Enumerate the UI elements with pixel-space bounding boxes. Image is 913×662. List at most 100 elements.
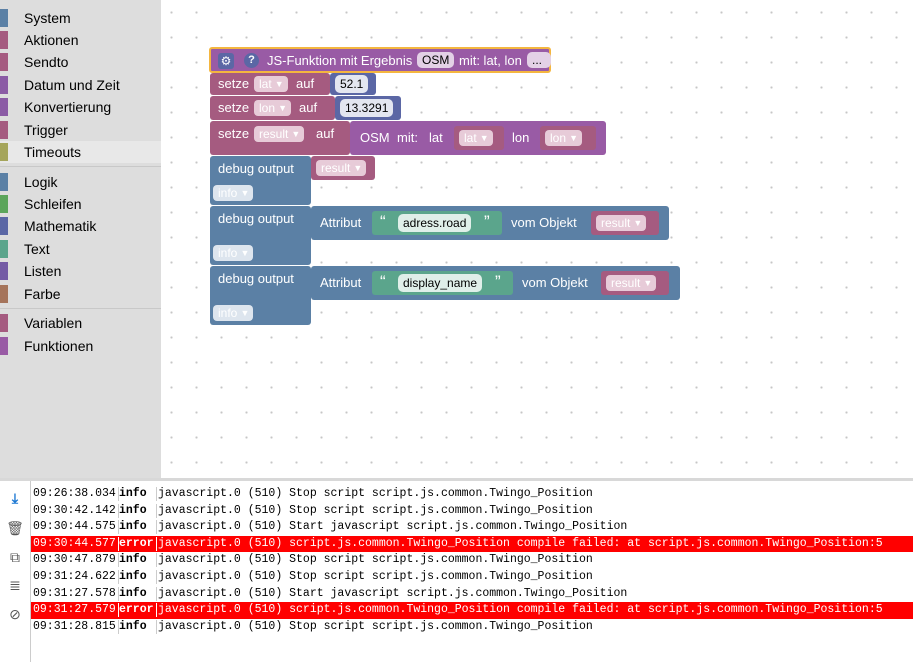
- dropdown-arrow-icon: ▼: [278, 103, 288, 113]
- log-time: 09:31:27.578: [33, 586, 116, 600]
- category-konvertierung[interactable]: Konvertierung: [0, 96, 161, 118]
- category-color-bar: [0, 217, 8, 235]
- text-block[interactable]: “ adress.road ”: [372, 211, 502, 235]
- attribute-block-1[interactable]: Attribut “ adress.road ” vom Objekt resu…: [311, 206, 669, 240]
- variable-dropdown[interactable]: result ▼: [596, 215, 647, 231]
- level-value: info: [218, 186, 238, 200]
- set-result-block[interactable]: setze result ▼ auf: [210, 121, 350, 155]
- category-label: Listen: [24, 263, 62, 279]
- category-mathematik[interactable]: Mathematik: [0, 215, 161, 237]
- category-sendto[interactable]: Sendto: [0, 51, 161, 73]
- variable-get-block-lat[interactable]: lat ▼: [454, 126, 504, 150]
- to-keyword: auf: [296, 76, 315, 91]
- category-farbe[interactable]: Farbe: [0, 283, 161, 305]
- to-keyword: auf: [316, 126, 335, 141]
- quote-close-icon: ”: [484, 212, 490, 231]
- arg1-label: lat: [429, 130, 443, 145]
- from-object-label: vom Objekt: [511, 215, 577, 230]
- category-label: Timeouts: [24, 144, 82, 160]
- category-label: Variablen: [24, 315, 83, 331]
- variable-dropdown[interactable]: result ▼: [316, 160, 367, 176]
- variable-dropdown[interactable]: result ▼: [254, 126, 305, 142]
- function-more-field[interactable]: ...: [527, 52, 551, 68]
- number-value-field[interactable]: 13.3291: [340, 99, 394, 117]
- log-time: 09:30:44.577: [33, 536, 116, 550]
- category-listen[interactable]: Listen: [0, 260, 161, 282]
- from-object-label: vom Objekt: [522, 275, 588, 290]
- copy-icon[interactable]: ⧉: [5, 547, 25, 567]
- variable-name: result: [259, 127, 289, 141]
- number-value-field[interactable]: 52.1: [335, 75, 369, 93]
- variable-dropdown[interactable]: lon ▼: [254, 100, 292, 116]
- category-schleifen[interactable]: Schleifen: [0, 193, 161, 215]
- variable-get-block-result[interactable]: result ▼: [311, 156, 375, 180]
- debug-label: debug output: [218, 271, 294, 286]
- details-icon[interactable]: ≣: [5, 575, 25, 595]
- attribute-block-2[interactable]: Attribut “ display_name ” vom Objekt res…: [311, 266, 680, 300]
- category-color-bar: [0, 195, 8, 213]
- log-panel: ⤓ 🗑 ⧉ ≣ ⊘ 09:26:38.034 info javascript.0 (…: [0, 478, 913, 662]
- delete-icon[interactable]: 🗑: [5, 518, 25, 538]
- log-severity: info: [119, 569, 147, 583]
- category-logik[interactable]: Logik: [0, 171, 161, 193]
- text-value-field[interactable]: display_name: [398, 274, 483, 292]
- debug-output-block-3[interactable]: debug output info ▼: [210, 266, 311, 325]
- dropdown-arrow-icon: ▼: [240, 248, 250, 258]
- category-color-bar: [0, 53, 8, 71]
- log-severity: info: [119, 619, 147, 633]
- level-dropdown[interactable]: info ▼: [213, 185, 254, 201]
- category-color-bar: [0, 262, 8, 280]
- text-block[interactable]: “ display_name ”: [372, 271, 513, 295]
- variable-dropdown[interactable]: lon ▼: [545, 130, 583, 146]
- log-message: javascript.0 (510) Stop script script.js…: [158, 553, 593, 567]
- debug-output-block-2[interactable]: debug output info ▼: [210, 206, 311, 265]
- gear-icon[interactable]: ⚙: [218, 53, 234, 69]
- log-message: javascript.0 (510) script.js.common.Twin…: [158, 536, 883, 550]
- category-label: Schleifen: [24, 196, 82, 212]
- variable-dropdown[interactable]: result ▼: [606, 275, 657, 291]
- variable-get-block-result[interactable]: result ▼: [591, 211, 659, 235]
- variable-name: lat: [464, 131, 477, 145]
- level-value: info: [218, 306, 238, 320]
- log-time: 09:31:24.622: [33, 569, 116, 583]
- category-funktionen[interactable]: Funktionen: [0, 335, 161, 357]
- set-lat-block[interactable]: setze lat ▼ auf: [210, 73, 330, 95]
- category-system[interactable]: System: [0, 7, 161, 29]
- function-params: mit: lat, lon: [459, 53, 522, 68]
- variable-dropdown[interactable]: lat ▼: [459, 130, 493, 146]
- function-definition-block[interactable]: ⚙ ? JS-Funktion mit Ergebnis OSM mit: la…: [209, 47, 551, 73]
- variable-dropdown[interactable]: lat ▼: [254, 76, 288, 92]
- category-label: Sendto: [24, 54, 69, 70]
- log-time: 09:30:47.879: [33, 553, 116, 567]
- category-trigger[interactable]: Trigger: [0, 119, 161, 141]
- level-dropdown[interactable]: info ▼: [213, 245, 254, 261]
- log-severity: info: [119, 487, 147, 500]
- set-keyword: setze: [218, 76, 250, 91]
- log-time: 09:31:27.579: [33, 603, 116, 617]
- category-color-bar: [0, 31, 8, 49]
- category-variablen[interactable]: Variablen: [0, 312, 161, 334]
- category-aktionen[interactable]: Aktionen: [0, 29, 161, 51]
- text-value-field[interactable]: adress.road: [398, 214, 472, 232]
- log-severity: info: [119, 520, 147, 534]
- category-timeouts[interactable]: Timeouts: [0, 141, 161, 163]
- number-block-lon[interactable]: 13.3291: [335, 96, 401, 120]
- number-block-lat[interactable]: 52.1: [330, 73, 376, 95]
- function-call-block[interactable]: OSM mit: lat lat ▼ lon lon ▼: [350, 121, 606, 155]
- scroll-down-icon[interactable]: ⤓: [5, 488, 25, 508]
- category-datum-und-zeit[interactable]: Datum und Zeit: [0, 74, 161, 96]
- debug-output-block-1[interactable]: debug output info ▼: [210, 156, 311, 205]
- debug-label: debug output: [218, 211, 294, 226]
- dropdown-arrow-icon: ▼: [353, 163, 363, 173]
- variable-get-block-lon[interactable]: lon ▼: [540, 126, 596, 150]
- variable-get-block-result[interactable]: result ▼: [601, 271, 669, 295]
- category-text[interactable]: Text: [0, 238, 161, 260]
- visibility-off-icon[interactable]: ⊘: [5, 604, 25, 624]
- set-lon-block[interactable]: setze lon ▼ auf: [210, 96, 335, 120]
- function-name-field[interactable]: OSM: [417, 52, 455, 68]
- level-dropdown[interactable]: info ▼: [213, 305, 254, 321]
- help-icon[interactable]: ?: [244, 53, 259, 68]
- category-color-bar: [0, 76, 8, 94]
- variable-name: result: [601, 216, 631, 230]
- set-keyword: setze: [218, 126, 250, 141]
